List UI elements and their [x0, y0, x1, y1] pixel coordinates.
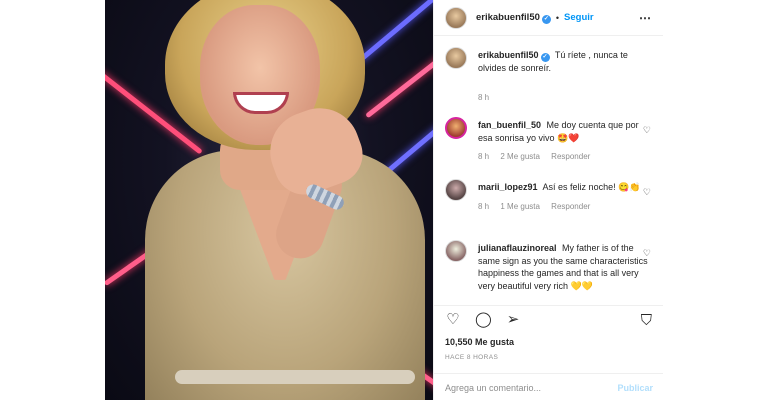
- comment-username[interactable]: fan_buenfil_50: [478, 120, 541, 130]
- share-send-icon[interactable]: ➢: [505, 312, 521, 328]
- comment-username[interactable]: marii_lopez91: [478, 182, 538, 192]
- action-icons: ♡ ◯ ➢: [445, 312, 521, 328]
- comment-meta: 8 h 2 Me gusta Responder: [478, 151, 648, 164]
- avatar[interactable]: [445, 6, 467, 29]
- neon-light: [365, 46, 433, 119]
- like-heart-icon[interactable]: ♡: [445, 312, 461, 328]
- reply-button[interactable]: Responder: [551, 152, 590, 161]
- post-header: erikabuenfil50 ✓ • Seguir ⋯: [434, 0, 664, 36]
- right-margin: [663, 0, 768, 400]
- avatar[interactable]: [445, 240, 467, 262]
- comment-time[interactable]: 8 h: [478, 152, 489, 161]
- username-text[interactable]: erikabuenfil50: [476, 12, 540, 23]
- reply-button[interactable]: Responder: [551, 202, 590, 211]
- avatar[interactable]: [445, 117, 467, 139]
- left-margin: [0, 0, 105, 400]
- comment-body: fan_buenfil_50 Me doy cuenta que por esa…: [478, 119, 648, 164]
- comment-body: marii_lopez91 Así es feliz noche! 😋👏 8 h…: [478, 181, 648, 213]
- heart-icon[interactable]: ♡: [643, 125, 651, 136]
- neon-light: [357, 0, 433, 63]
- comment-input[interactable]: [445, 382, 618, 393]
- belt: [175, 370, 415, 384]
- post-side-panel: erikabuenfil50 ✓ • Seguir ⋯ erikabuenfil5…: [433, 0, 664, 400]
- bookmark-icon[interactable]: ⛉: [641, 312, 652, 329]
- add-comment-bar: Publicar: [434, 373, 664, 400]
- heart-icon[interactable]: ♡: [643, 248, 651, 259]
- comment-body: julianaflauzinoreal My father is of the …: [478, 242, 648, 292]
- caption-body: erikabuenfil50 ✓ Tú ríete , nunca te olvi…: [478, 49, 648, 104]
- comment-likes[interactable]: 2 Me gusta: [500, 152, 540, 161]
- heart-icon[interactable]: ♡: [643, 187, 651, 198]
- comment-username[interactable]: julianaflauzinoreal: [478, 243, 557, 253]
- caption-meta: 8 h: [478, 92, 648, 105]
- comment-time[interactable]: 8 h: [478, 202, 489, 211]
- publish-button[interactable]: Publicar: [617, 383, 653, 393]
- caption-username[interactable]: erikabuenfil50 ✓: [478, 50, 550, 62]
- avatar[interactable]: [445, 179, 467, 201]
- likes-count[interactable]: 10,550 Me gusta: [445, 337, 514, 347]
- ellipsis-icon[interactable]: ⋯: [639, 11, 652, 25]
- separator-dot: •: [555, 12, 560, 23]
- comment-likes[interactable]: 1 Me gusta: [500, 202, 540, 211]
- comments-list: erikabuenfil50 ✓ Tú ríete , nunca te olvi…: [434, 37, 664, 305]
- post-photo[interactable]: [105, 0, 433, 400]
- caption-time[interactable]: 8 h: [478, 93, 489, 102]
- follow-button[interactable]: Seguir: [564, 12, 594, 23]
- post-timestamp[interactable]: HACE 8 HORAS: [445, 354, 498, 361]
- verified-badge-icon: ✓: [541, 14, 551, 24]
- post-actions: ♡ ◯ ➢ ⛉ 10,550 Me gusta HACE 8 HORAS Pub…: [434, 305, 664, 400]
- username-text[interactable]: erikabuenfil50: [478, 50, 539, 60]
- comment-bubble-icon[interactable]: ◯: [475, 312, 492, 328]
- header-username[interactable]: erikabuenfil50 ✓: [476, 12, 551, 24]
- avatar[interactable]: [445, 47, 467, 69]
- comment-text: Así es feliz noche! 😋👏: [542, 182, 641, 192]
- verified-badge-icon: ✓: [540, 53, 550, 62]
- comment-meta: 8 h 1 Me gusta Responder: [478, 201, 648, 214]
